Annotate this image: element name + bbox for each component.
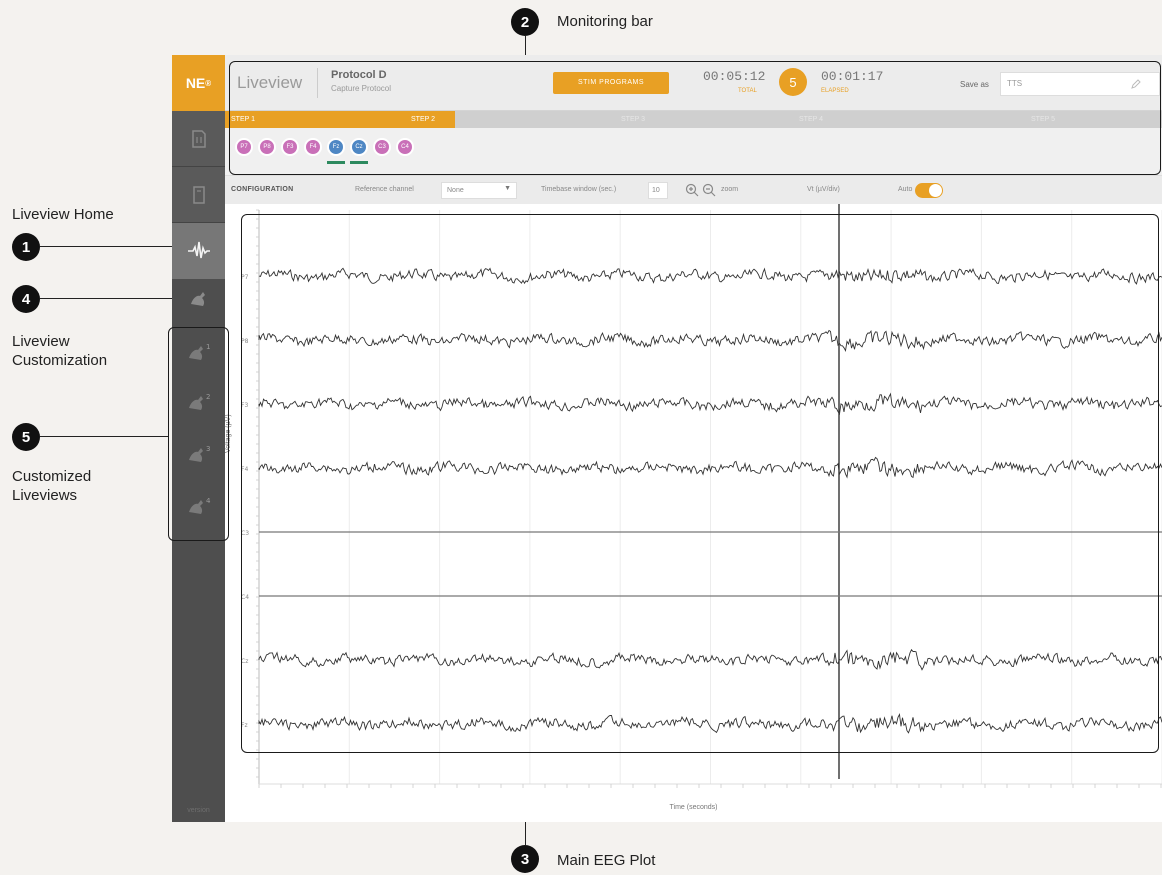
- callout-line-1: [40, 246, 183, 248]
- callout-label-liveview-customization: Liveview Customization: [12, 332, 107, 370]
- callout-label-monitoring-bar: Monitoring bar: [557, 13, 653, 30]
- x-axis-label: Time (seconds): [669, 804, 718, 811]
- main-eeg-plot-outline: [241, 214, 1159, 753]
- reference-channel-value: None: [447, 187, 464, 194]
- callout-number-2: 2: [511, 8, 539, 36]
- callout-number-5: 5: [12, 423, 40, 451]
- protocol-icon: [192, 185, 205, 204]
- callout-label-customized-liveviews: Customized Liveviews: [12, 467, 91, 505]
- sidebar-footer: version: [187, 807, 210, 814]
- reference-channel-label: Reference channel: [355, 186, 414, 193]
- callout-label-main-eeg-plot: Main EEG Plot: [557, 852, 656, 869]
- logo-text: NE: [185, 75, 206, 91]
- customized-liveviews-outline: [168, 327, 229, 541]
- home-icon: [191, 129, 206, 148]
- zoom-in-icon[interactable]: [685, 183, 699, 197]
- configuration-title: CONFIGURATION: [231, 186, 294, 193]
- toggle-knob: [929, 184, 942, 197]
- eeg-wave-icon: [187, 241, 210, 259]
- callout-line-4: [40, 298, 183, 300]
- zoom-label: zoom: [721, 186, 739, 193]
- callout-label-line2: Customization: [12, 352, 108, 369]
- sidebar-item-home[interactable]: [172, 111, 225, 167]
- zoom-out-icon[interactable]: [702, 183, 716, 197]
- monitoring-bar-outline: [229, 61, 1161, 175]
- neuro-logo-icon[interactable]: NE ®: [172, 55, 225, 111]
- callout-label-line1: Liveview: [12, 333, 70, 350]
- reference-channel-select[interactable]: None ▼: [441, 182, 517, 199]
- auto-label: Auto: [898, 186, 913, 193]
- callout-label-line2: Liveviews: [12, 487, 78, 504]
- sidebar-item-protocol[interactable]: [172, 167, 225, 223]
- sidebar-item-liveview-home[interactable]: [172, 223, 225, 279]
- timebase-window-input[interactable]: 10: [648, 182, 668, 199]
- callout-number-1: 1: [12, 233, 40, 261]
- configuration-bar: CONFIGURATION Reference channel None ▼ T…: [225, 176, 1162, 204]
- scale-label: Vt (µV/div): [807, 186, 840, 193]
- auto-scale-toggle[interactable]: [915, 183, 943, 198]
- callout-label-line1: Customized: [12, 468, 92, 485]
- callout-number-3: 3: [511, 845, 539, 873]
- customize-icon: [190, 292, 205, 306]
- callout-number-4: 4: [12, 285, 40, 313]
- chevron-down-icon: ▼: [504, 185, 511, 192]
- logo-sup: ®: [205, 78, 212, 88]
- timebase-window-label: Timebase window (sec.): [541, 186, 617, 193]
- callout-line-5: [40, 436, 168, 438]
- callout-label-liveview-home: Liveview Home: [12, 206, 114, 223]
- sidebar-item-customization[interactable]: [172, 277, 225, 323]
